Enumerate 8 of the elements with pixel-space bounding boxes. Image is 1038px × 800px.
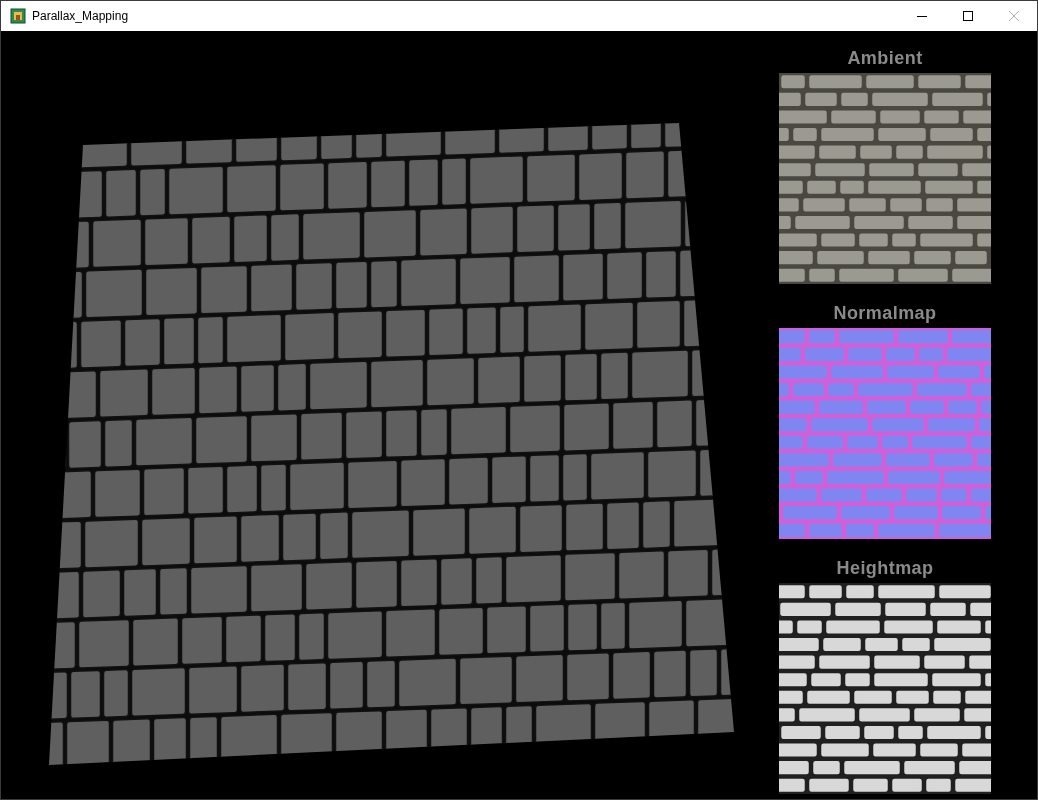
app-icon [10,8,26,24]
window-title: Parallax_Mapping [32,8,129,25]
texture-label: Normalmap [833,304,937,325]
texture-label: Heightmap [836,559,934,580]
texture-label: Ambient [847,49,923,70]
maximize-icon [963,11,973,21]
close-icon [1009,11,1019,21]
minimize-icon [917,15,927,17]
